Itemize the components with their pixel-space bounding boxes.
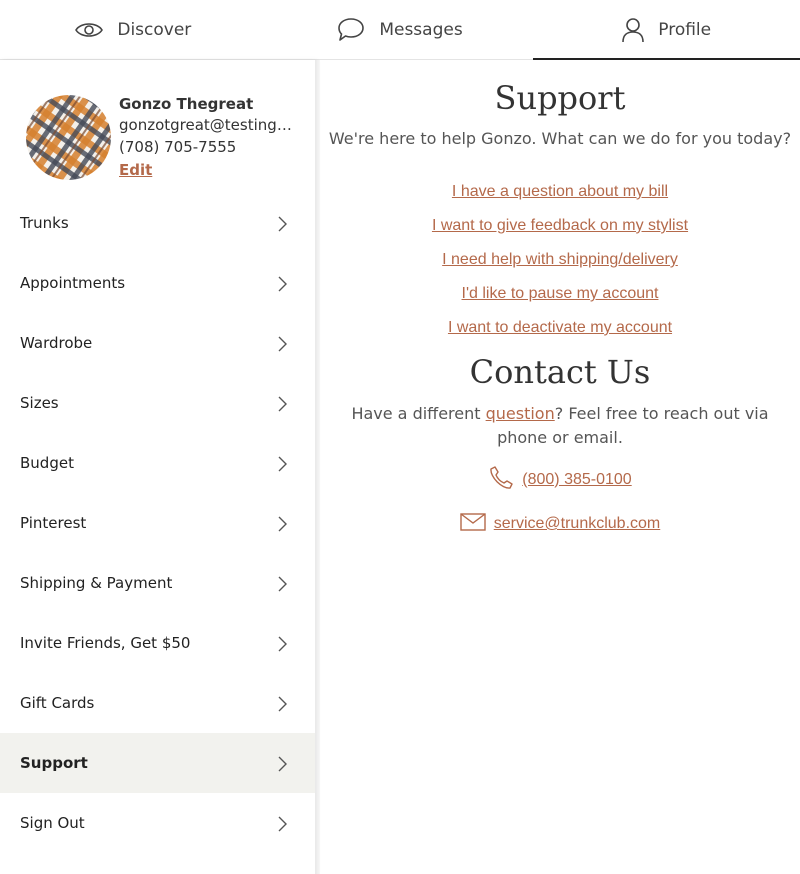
support-lead-text: We're here to help Gonzo. What can we do… bbox=[328, 129, 792, 148]
sidebar-item-budget[interactable]: Budget bbox=[0, 433, 315, 493]
tab-label: Discover bbox=[117, 19, 192, 40]
profile-email: gonzotgreat@testing.... bbox=[119, 116, 294, 134]
tab-discover[interactable]: Discover bbox=[0, 0, 267, 59]
chat-bubble-icon bbox=[337, 17, 365, 43]
chevron-right-icon bbox=[278, 216, 288, 236]
contact-title: Contact Us bbox=[469, 353, 651, 391]
phone-icon bbox=[488, 465, 514, 496]
envelope-icon bbox=[460, 512, 486, 536]
sidebar-item-sign-out[interactable]: Sign Out bbox=[0, 793, 315, 853]
question-link[interactable]: question bbox=[486, 404, 555, 423]
top-navigation: Discover Messages Profile bbox=[0, 0, 800, 60]
sidebar-item-pinterest[interactable]: Pinterest bbox=[0, 493, 315, 553]
chevron-right-icon bbox=[278, 636, 288, 656]
sidebar-item-label: Pinterest bbox=[20, 514, 87, 532]
tab-label: Messages bbox=[379, 19, 463, 40]
sidebar-item-label: Gift Cards bbox=[20, 694, 95, 712]
sidebar-item-label: Appointments bbox=[20, 274, 126, 292]
chevron-right-icon bbox=[278, 456, 288, 476]
support-link-deactivate-account[interactable]: I want to deactivate my account bbox=[320, 318, 800, 338]
sidebar-item-wardrobe[interactable]: Wardrobe bbox=[0, 313, 315, 373]
sidebar: Gonzo Thegreat gonzotgreat@testing.... (… bbox=[0, 60, 315, 874]
chevron-right-icon bbox=[278, 696, 288, 716]
sidebar-item-shipping-payment[interactable]: Shipping & Payment bbox=[0, 553, 315, 613]
chevron-right-icon bbox=[278, 396, 288, 416]
sidebar-item-label: Sign Out bbox=[20, 814, 85, 832]
profile-card: Gonzo Thegreat gonzotgreat@testing.... (… bbox=[0, 60, 315, 193]
sidebar-item-label: Support bbox=[20, 754, 88, 772]
contact-text: Have a different question? Feel free to … bbox=[340, 402, 780, 450]
sidebar-item-appointments[interactable]: Appointments bbox=[0, 253, 315, 313]
tab-messages[interactable]: Messages bbox=[267, 0, 534, 59]
edit-profile-link[interactable]: Edit bbox=[119, 158, 152, 182]
email-link[interactable]: service@trunkclub.com bbox=[494, 515, 661, 533]
page-title: Support bbox=[494, 79, 626, 117]
profile-name: Gonzo Thegreat bbox=[119, 95, 254, 113]
sidebar-item-trunks[interactable]: Trunks bbox=[0, 193, 315, 253]
support-link-stylist-feedback[interactable]: I want to give feedback on my stylist bbox=[320, 216, 800, 236]
sidebar-item-gift-cards[interactable]: Gift Cards bbox=[0, 673, 315, 733]
sidebar-menu: Trunks Appointments Wardrobe Sizes Budge… bbox=[0, 193, 315, 853]
contact-phone-row: (800) 385-0100 bbox=[320, 465, 800, 496]
contact-text-before: Have a different bbox=[351, 404, 486, 423]
sidebar-item-label: Trunks bbox=[20, 214, 69, 232]
support-link-pause-account[interactable]: I'd like to pause my account bbox=[320, 284, 800, 304]
chevron-right-icon bbox=[278, 576, 288, 596]
sidebar-item-label: Sizes bbox=[20, 394, 59, 412]
eye-icon bbox=[75, 20, 104, 40]
sidebar-item-label: Budget bbox=[20, 454, 74, 472]
support-link-bill[interactable]: I have a question about my bill bbox=[320, 182, 800, 202]
sidebar-item-label: Wardrobe bbox=[20, 334, 93, 352]
chevron-right-icon bbox=[278, 516, 288, 536]
chevron-right-icon bbox=[278, 336, 288, 356]
sidebar-item-label: Invite Friends, Get $50 bbox=[20, 634, 191, 652]
tab-profile[interactable]: Profile bbox=[533, 0, 800, 60]
chevron-right-icon bbox=[278, 276, 288, 296]
sidebar-item-label: Shipping & Payment bbox=[20, 574, 173, 592]
avatar bbox=[26, 95, 111, 180]
sidebar-item-sizes[interactable]: Sizes bbox=[0, 373, 315, 433]
chevron-right-icon bbox=[278, 756, 288, 776]
sidebar-item-invite-friends[interactable]: Invite Friends, Get $50 bbox=[0, 613, 315, 673]
support-link-shipping[interactable]: I need help with shipping/delivery bbox=[320, 250, 800, 270]
profile-info: Gonzo Thegreat gonzotgreat@testing.... (… bbox=[119, 94, 294, 182]
person-icon bbox=[622, 17, 645, 43]
sidebar-item-support[interactable]: Support bbox=[0, 733, 315, 793]
tab-label: Profile bbox=[658, 19, 712, 40]
profile-phone: (708) 705-7555 bbox=[119, 138, 237, 156]
chevron-right-icon bbox=[278, 816, 288, 836]
support-links: I have a question about my bill I want t… bbox=[320, 182, 800, 338]
support-panel: Support We're here to help Gonzo. What c… bbox=[320, 60, 800, 874]
phone-link[interactable]: (800) 385-0100 bbox=[522, 471, 631, 489]
contact-email-row: service@trunkclub.com bbox=[320, 510, 800, 538]
